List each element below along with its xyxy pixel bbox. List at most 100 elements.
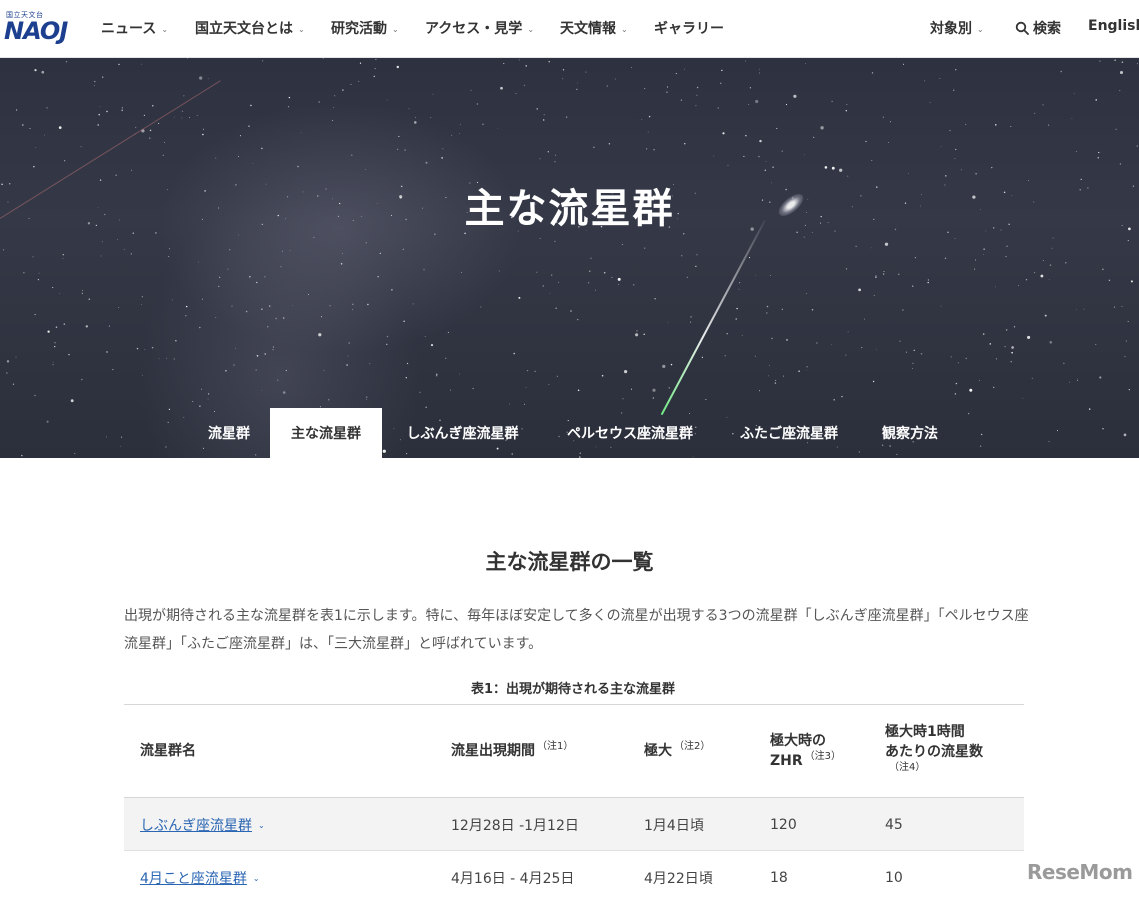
star xyxy=(168,248,171,250)
star xyxy=(644,88,646,90)
star xyxy=(735,318,737,320)
nav-item-access[interactable]: アクセス・見学 ⌄ xyxy=(425,18,534,38)
nav-item-about[interactable]: 国立天文台とは ⌄ xyxy=(195,18,305,38)
star xyxy=(1013,326,1016,328)
star xyxy=(727,164,729,166)
star xyxy=(269,305,271,307)
star xyxy=(396,148,399,151)
star xyxy=(1098,151,1100,154)
star xyxy=(1006,245,1008,247)
star xyxy=(617,277,621,281)
star xyxy=(775,379,777,382)
nav-item-astro-info[interactable]: 天文情報 ⌄ xyxy=(560,18,628,38)
star xyxy=(924,80,925,82)
search-button[interactable]: 検索 xyxy=(1015,18,1061,38)
star xyxy=(329,305,331,307)
star xyxy=(953,90,955,91)
star xyxy=(408,108,410,110)
star xyxy=(831,100,833,103)
page-title: 主な流星群 xyxy=(464,186,675,232)
star xyxy=(907,172,909,174)
star xyxy=(929,102,931,103)
chevron-down-icon[interactable]: ⌄ xyxy=(253,874,260,883)
star xyxy=(515,93,517,95)
star xyxy=(811,309,814,311)
star xyxy=(875,276,877,278)
star xyxy=(62,258,64,259)
star xyxy=(16,109,18,111)
column-header-peak: 極大 （注2） xyxy=(644,741,710,761)
tab-meteor-showers[interactable]: 流星群 xyxy=(196,408,262,458)
star xyxy=(149,129,152,132)
nav-audience[interactable]: 対象別 ⌄ xyxy=(930,18,984,38)
star xyxy=(726,332,728,335)
star xyxy=(12,383,14,385)
star xyxy=(97,124,99,126)
chevron-down-icon[interactable]: ⌄ xyxy=(258,821,265,830)
tab-geminids[interactable]: ふたご座流星群 xyxy=(724,408,854,458)
star xyxy=(1011,351,1013,354)
star xyxy=(318,101,320,103)
star xyxy=(414,121,417,124)
nav-item-news[interactable]: ニュース ⌄ xyxy=(101,18,168,38)
star xyxy=(805,63,806,64)
star xyxy=(118,307,120,308)
star xyxy=(736,307,738,310)
star xyxy=(643,333,645,336)
star xyxy=(151,346,154,349)
shower-link-april-lyrids[interactable]: 4月こと座流星群 xyxy=(140,868,247,888)
star xyxy=(52,364,54,366)
star xyxy=(1108,279,1111,282)
star xyxy=(166,357,168,359)
star xyxy=(158,122,160,124)
star xyxy=(342,89,344,91)
hero-banner: 主な流星群 流星群 主な流星群 しぶんぎ座流星群 ペルセウス座流星群 ふたご座流… xyxy=(0,58,1139,458)
column-header-label: 流星群名 xyxy=(140,743,196,759)
column-header-zhr: 極大時の ZHR （注3） xyxy=(770,731,841,771)
peak-cell: 1月4日頃 xyxy=(644,817,704,834)
star xyxy=(141,304,142,305)
star xyxy=(185,315,187,317)
star xyxy=(804,154,805,156)
star xyxy=(912,362,914,365)
star xyxy=(769,274,771,276)
tab-quadrantids[interactable]: しぶんぎ座流星群 xyxy=(390,408,535,458)
star xyxy=(359,62,362,64)
tab-perseids[interactable]: ペルセウス座流星群 xyxy=(548,408,712,458)
star xyxy=(245,310,248,313)
naoj-logo[interactable]: 国立天文台 NAOJ xyxy=(4,10,88,46)
star xyxy=(989,343,992,345)
star xyxy=(398,135,400,137)
star xyxy=(348,342,350,344)
star xyxy=(350,83,352,85)
language-label: English xyxy=(1088,18,1139,34)
section-title: 主な流星群の一覧 xyxy=(485,550,654,574)
star xyxy=(88,298,91,300)
shower-link-quadrantids[interactable]: しぶんぎ座流星群 xyxy=(140,815,252,835)
star xyxy=(684,143,686,145)
star xyxy=(1051,247,1053,249)
star xyxy=(793,94,797,98)
star xyxy=(149,137,151,139)
tab-observation-methods[interactable]: 観察方法 xyxy=(868,408,952,458)
star xyxy=(806,366,808,368)
language-switch-link[interactable]: English xyxy=(1088,18,1139,34)
star xyxy=(272,346,274,348)
star xyxy=(142,374,143,376)
nav-item-research[interactable]: 研究活動 ⌄ xyxy=(331,18,399,38)
star xyxy=(1121,306,1123,307)
star xyxy=(974,268,976,270)
star xyxy=(927,279,930,281)
star xyxy=(248,125,250,127)
star xyxy=(680,99,683,101)
column-header-hourly-rate: 極大時1時間 あたりの流星数 （注4） xyxy=(885,722,983,774)
star xyxy=(1060,70,1062,73)
star xyxy=(321,316,322,318)
star xyxy=(373,75,376,78)
star xyxy=(611,276,613,278)
star xyxy=(1005,256,1007,258)
tab-major-meteor-showers[interactable]: 主な流星群 xyxy=(270,408,382,458)
nav-item-gallery[interactable]: ギャラリー xyxy=(654,18,724,38)
star xyxy=(207,78,209,80)
star xyxy=(351,154,353,156)
